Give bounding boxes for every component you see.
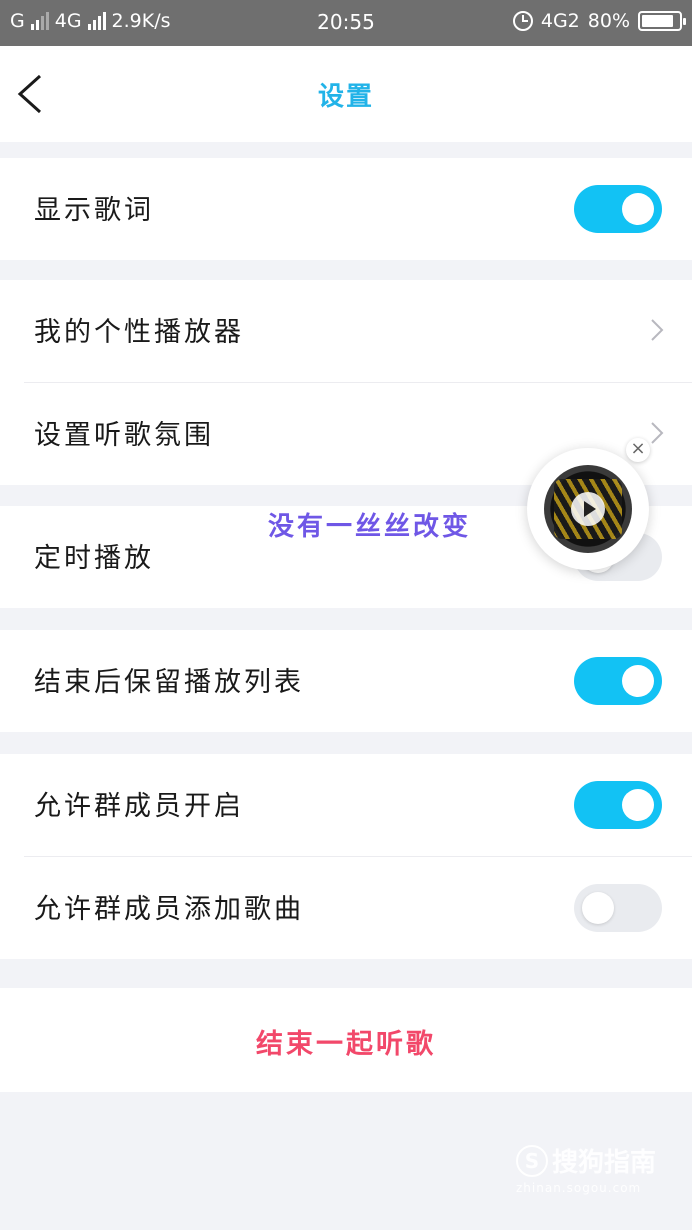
play-icon[interactable] [571,492,605,526]
allow-members-add-songs-toggle[interactable] [574,884,662,932]
settings-card-playlist: 结束后保留播放列表 [0,630,692,732]
setting-row-allow-members-add-songs[interactable]: 允许群成员添加歌曲 [0,857,692,959]
keep-playlist-toggle[interactable] [574,657,662,705]
sogou-logo-icon: S [516,1144,548,1177]
setting-label: 定时播放 [34,543,154,574]
settings-card-lyrics: 显示歌词 [0,158,692,260]
end-listening-button[interactable]: 结束一起听歌 [0,988,692,1092]
setting-label: 设置听歌氛围 [34,420,214,451]
show-lyrics-toggle[interactable] [574,185,662,233]
network-label-right: 4G2 [540,10,580,32]
battery-icon [638,11,686,31]
page-title: 设置 [317,82,374,112]
chevron-right-icon [651,319,664,341]
setting-row-keep-playlist[interactable]: 结束后保留播放列表 [0,630,692,732]
watermark-text: 搜狗指南 [552,1148,657,1178]
settings-card-group: 允许群成员开启 允许群成员添加歌曲 [0,754,692,959]
floating-player[interactable] [527,448,649,570]
overlay-caption: 没有一丝丝改变 [268,512,472,542]
setting-row-personal-player[interactable]: 我的个性播放器 [0,280,692,382]
setting-label: 我的个性播放器 [34,317,244,348]
setting-label: 允许群成员开启 [34,791,244,822]
watermark: S 搜狗指南 zhinan.sogou.com [516,1142,656,1195]
end-listening-label: 结束一起听歌 [256,1029,436,1060]
watermark-url: zhinan.sogou.com [516,1181,642,1195]
close-icon[interactable]: × [626,438,650,462]
allow-members-start-toggle[interactable] [574,781,662,829]
setting-label: 显示歌词 [34,195,154,226]
setting-row-allow-members-start[interactable]: 允许群成员开启 [0,754,692,856]
status-bar: G 4G 2.9K/s 20:55 4G2 80% [0,0,692,46]
chevron-right-icon [651,422,664,444]
setting-label: 允许群成员添加歌曲 [34,894,304,925]
alarm-icon [512,11,533,31]
battery-percent: 80% [587,10,630,32]
nav-bar: 设置 [0,46,692,142]
setting-row-show-lyrics[interactable]: 显示歌词 [0,158,692,260]
setting-label: 结束后保留播放列表 [34,667,304,698]
